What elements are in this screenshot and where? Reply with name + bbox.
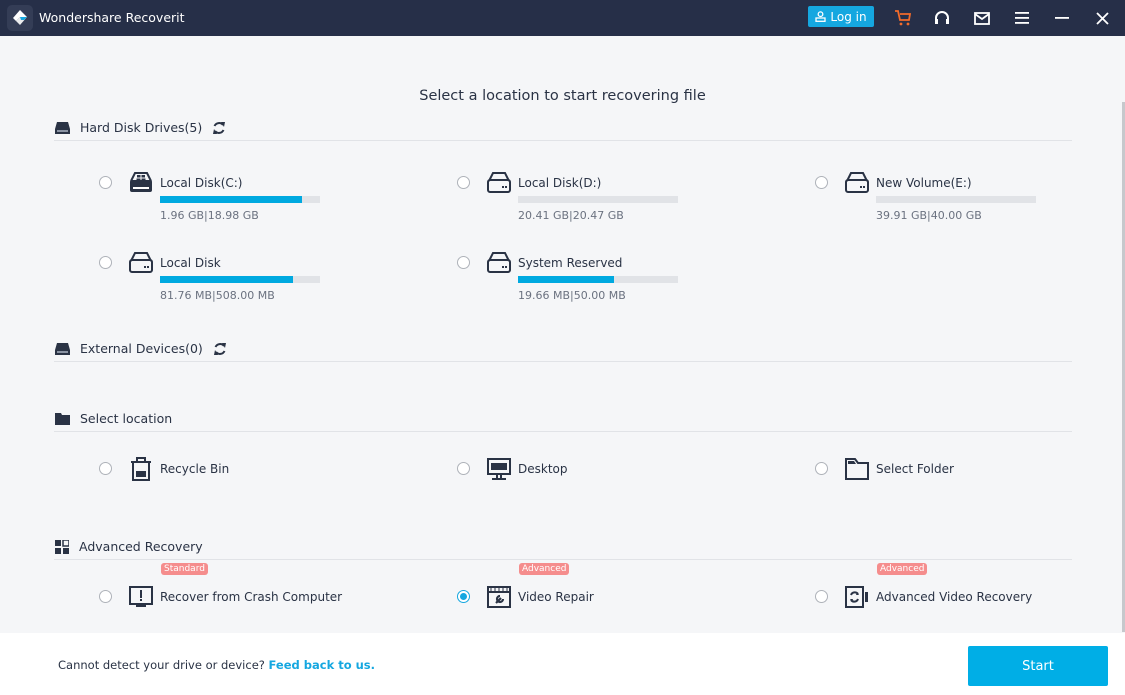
refresh-icon[interactable] [213, 342, 227, 356]
drive-item[interactable]: Local Disk(D:) 20.41 GB|20.47 GB [457, 170, 678, 222]
drive-item[interactable]: Local Disk(C:) 1.96 GB|18.98 GB [99, 170, 320, 222]
hard-drive-icon [487, 252, 511, 273]
advanced-label: Recover from Crash Computer [160, 590, 343, 604]
location-label: Recycle Bin [160, 462, 230, 476]
section-advanced-recovery: Advanced Recovery [55, 539, 203, 554]
radio-button[interactable] [457, 176, 470, 189]
drive-usage-bar [160, 276, 320, 283]
drive-item[interactable]: System Reserved 19.66 MB|50.00 MB [457, 250, 678, 302]
advanced-crash-computer[interactable]: Standard Recover from Crash Computer [99, 563, 343, 610]
external-drive-icon [55, 342, 70, 355]
section-divider [54, 431, 1072, 432]
desktop-monitor-icon [487, 458, 511, 480]
crash-computer-icon [129, 586, 153, 607]
hard-disk-section-title: Hard Disk Drives(5) [80, 120, 203, 135]
open-folder-icon [845, 458, 869, 480]
start-button[interactable]: Start [968, 646, 1108, 686]
video-repair-icon [487, 586, 511, 608]
mail-icon[interactable] [972, 8, 992, 28]
app-title: Wondershare Recoverit [39, 10, 185, 25]
radio-button[interactable] [815, 590, 828, 603]
headset-icon[interactable] [932, 8, 952, 28]
video-recovery-icon [845, 586, 868, 608]
advanced-section-title: Advanced Recovery [79, 539, 203, 554]
advanced-badge: Advanced [519, 563, 570, 575]
hard-drive-icon [129, 252, 153, 273]
select-location-title: Select location [80, 411, 173, 426]
drive-size: 39.91 GB|40.00 GB [876, 209, 982, 222]
login-label: Log in [830, 9, 867, 24]
location-select-folder[interactable]: Select Folder [815, 456, 954, 482]
radio-button[interactable] [99, 176, 112, 189]
drive-item[interactable]: Local Disk 81.76 MB|508.00 MB [99, 250, 320, 302]
section-divider [54, 140, 1072, 141]
drive-name: Local Disk [160, 256, 221, 270]
drive-usage-bar [160, 196, 320, 203]
radio-button[interactable] [99, 590, 112, 603]
drive-item[interactable]: New Volume(E:) 39.91 GB|40.00 GB [815, 170, 1036, 222]
minimize-icon[interactable] [1052, 8, 1072, 28]
advanced-badge: Advanced [877, 563, 928, 575]
radio-button[interactable] [815, 462, 828, 475]
app-logo-icon [7, 5, 33, 31]
login-button[interactable]: Log in [808, 6, 874, 27]
hard-disk-icon [55, 121, 70, 134]
radio-button[interactable] [815, 176, 828, 189]
drive-usage-bar [876, 196, 1036, 203]
refresh-icon[interactable] [212, 121, 226, 135]
location-label: Select Folder [876, 462, 954, 476]
advanced-label: Video Repair [518, 590, 594, 604]
feedback-link[interactable]: Feed back to us. [269, 658, 376, 672]
external-section-title: External Devices(0) [80, 341, 203, 356]
footer-message: Cannot detect your drive or device? Feed… [58, 658, 375, 672]
drive-usage-fill [160, 196, 303, 203]
radio-button[interactable] [457, 462, 470, 475]
page-heading: Select a location to start recovering fi… [419, 88, 706, 104]
drive-name: Local Disk(D:) [518, 176, 602, 190]
drive-name: Local Disk(C:) [160, 176, 243, 190]
drive-size: 1.96 GB|18.98 GB [160, 209, 259, 222]
drive-usage-fill [160, 276, 293, 283]
section-select-location: Select location [55, 411, 172, 426]
radio-button[interactable] [457, 256, 470, 269]
drive-size: 19.66 MB|50.00 MB [518, 289, 626, 302]
drive-name: New Volume(E:) [876, 176, 972, 190]
recycle-bin-icon [131, 457, 151, 481]
radio-button[interactable] [99, 462, 112, 475]
location-label: Desktop [518, 462, 568, 476]
advanced-video-recovery[interactable]: Advanced Advanced Video Recovery [815, 563, 1033, 610]
folder-icon [55, 412, 70, 425]
hard-drive-icon [845, 172, 869, 193]
footer-text: Cannot detect your drive or device? [58, 658, 265, 672]
menu-icon[interactable] [1012, 8, 1032, 28]
standard-badge: Standard [161, 563, 208, 575]
location-recycle-bin[interactable]: Recycle Bin [99, 456, 229, 482]
main-content: Select a location to start recovering fi… [0, 36, 1125, 633]
drive-usage-bar [518, 276, 678, 283]
footer: Cannot detect your drive or device? Feed… [0, 633, 1125, 695]
cart-icon[interactable] [893, 8, 913, 28]
user-icon [815, 11, 827, 22]
section-hard-disk-drives: Hard Disk Drives(5) [55, 120, 226, 135]
location-desktop[interactable]: Desktop [457, 456, 568, 482]
drive-name: System Reserved [518, 256, 623, 270]
drive-usage-fill [518, 276, 614, 283]
radio-button[interactable] [99, 256, 112, 269]
apps-grid-icon [55, 539, 69, 554]
title-bar: Wondershare Recoverit Log in [0, 0, 1125, 36]
section-divider [54, 559, 1072, 560]
windows-drive-icon [130, 172, 152, 192]
drive-size: 81.76 MB|508.00 MB [160, 289, 275, 302]
section-external-devices: External Devices(0) [55, 341, 227, 356]
drive-size: 20.41 GB|20.47 GB [518, 209, 624, 222]
section-divider [54, 361, 1072, 362]
advanced-video-repair[interactable]: Advanced Video Repair [457, 563, 594, 610]
close-icon[interactable] [1092, 8, 1112, 28]
hard-drive-icon [487, 172, 511, 193]
radio-button-selected[interactable] [457, 590, 470, 603]
drive-usage-bar [518, 196, 678, 203]
advanced-label: Advanced Video Recovery [876, 590, 1033, 604]
